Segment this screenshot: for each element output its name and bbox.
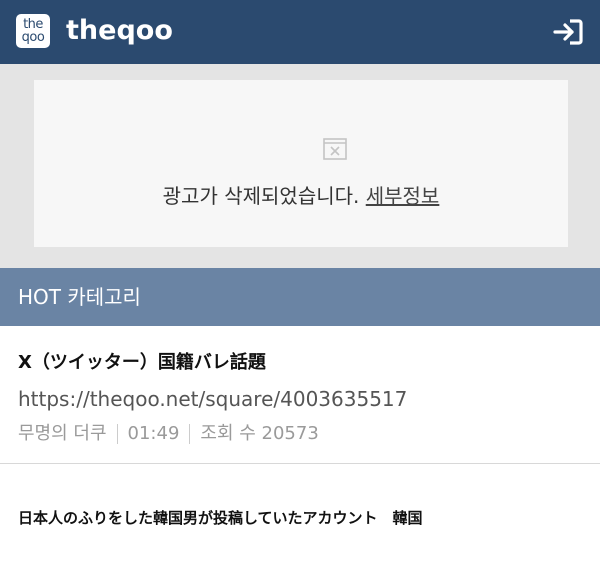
ad-removed-message: 광고가 삭제되었습니다. 세부정보 xyxy=(34,180,568,212)
broken-image-icon xyxy=(323,138,347,160)
post-title-second[interactable]: 日本人のふりをした韓国男が投稿していたアカウント 韓国 xyxy=(18,506,423,530)
post-time: 01:49 xyxy=(127,423,180,444)
category-title: HOT 카테고리 xyxy=(18,285,141,309)
theqoo-logo[interactable]: the qoo xyxy=(16,14,50,48)
post-views: 조회 수 20573 xyxy=(200,423,319,444)
meta-divider xyxy=(189,424,191,444)
ad-message-text: 광고가 삭제되었습니다. xyxy=(162,184,360,208)
post-item[interactable]: X（ツイッター）国籍バレ話題 https://theqoo.net/square… xyxy=(0,326,600,464)
hot-category-bar: HOT 카테고리 xyxy=(0,268,600,326)
site-name[interactable]: theqoo xyxy=(66,14,173,48)
post-url[interactable]: https://theqoo.net/square/4003635517 xyxy=(18,384,407,414)
ad-removed-box: 광고가 삭제되었습니다. 세부정보 xyxy=(34,80,568,247)
top-header: the qoo theqoo xyxy=(0,0,600,64)
ad-details-link[interactable]: 세부정보 xyxy=(366,184,440,208)
post-title[interactable]: X（ツイッター）国籍バレ話題 xyxy=(18,350,266,376)
logo-text-bottom: qoo xyxy=(21,30,45,45)
login-arrow-icon[interactable] xyxy=(552,18,584,46)
post-author: 무명의 더쿠 xyxy=(18,423,107,444)
meta-divider xyxy=(116,424,118,444)
post-meta: 무명의 더쿠 01:49 조회 수 20573 xyxy=(18,420,319,448)
ad-area: 광고가 삭제되었습니다. 세부정보 xyxy=(0,64,600,268)
